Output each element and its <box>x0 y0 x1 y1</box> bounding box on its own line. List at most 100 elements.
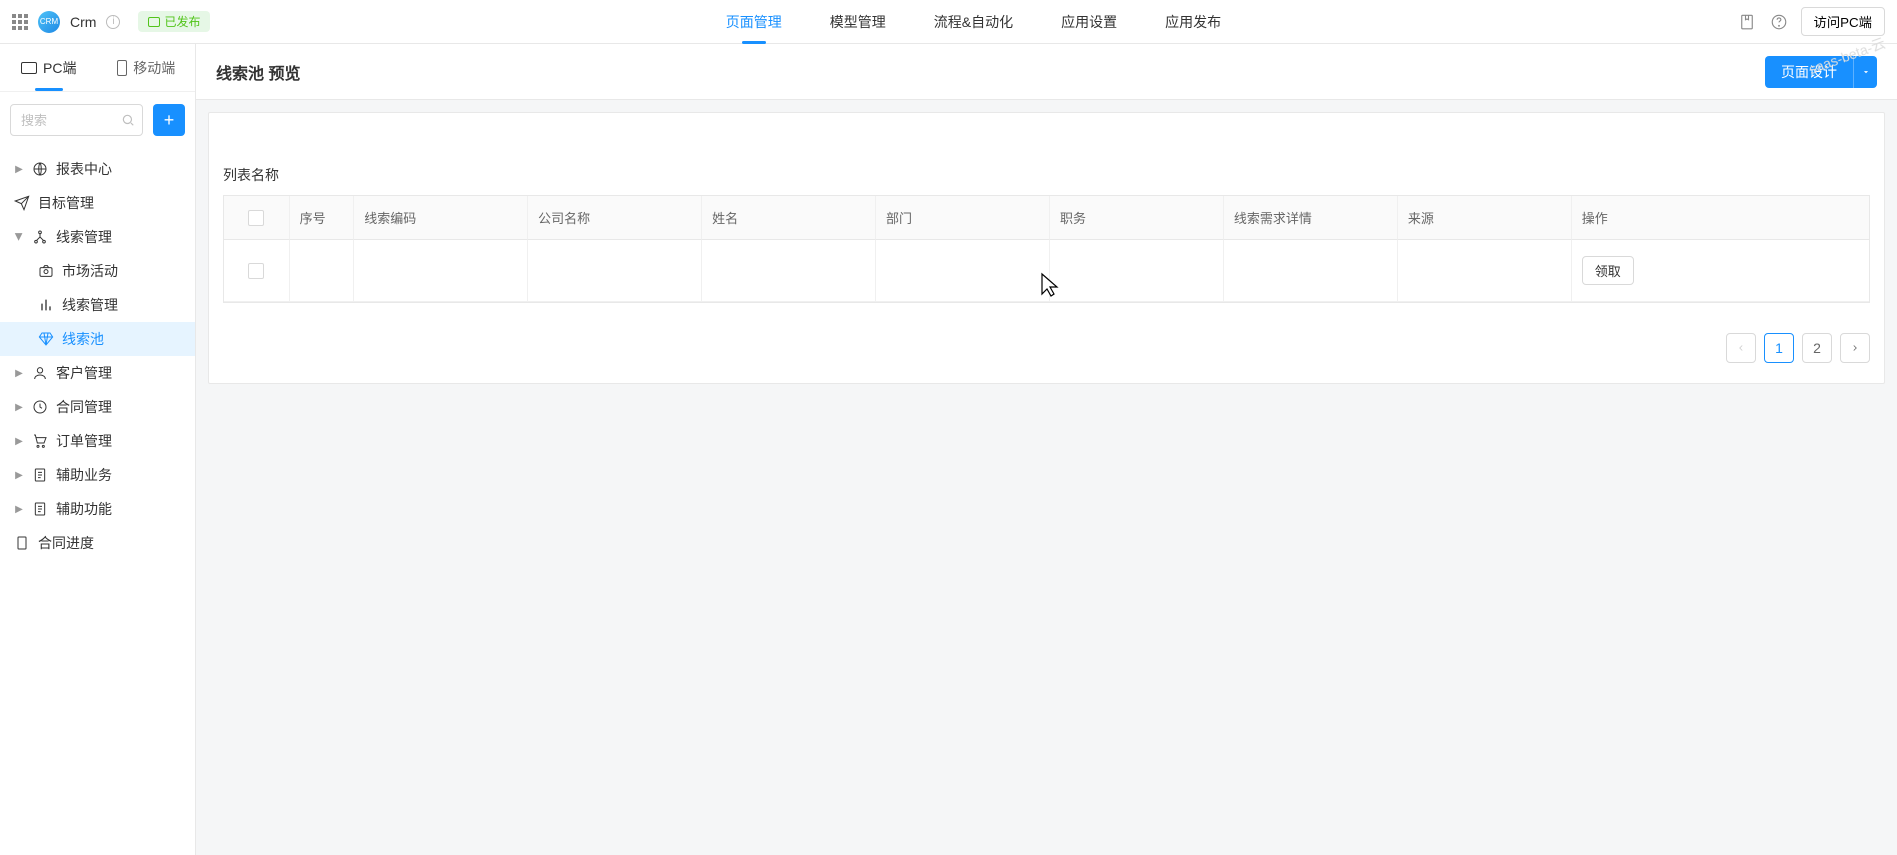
tree-label: 辅助功能 <box>56 499 112 519</box>
tree-label: 合同管理 <box>56 397 112 417</box>
camera-icon <box>38 263 54 279</box>
apps-grid-icon[interactable] <box>12 14 28 30</box>
app-name: Crm <box>70 14 96 30</box>
tree-item-customer-manage[interactable]: ▶ 客户管理 <box>0 356 195 390</box>
tree-item-aux-business[interactable]: ▶ 辅助业务 <box>0 458 195 492</box>
chevron-down-icon <box>1861 67 1871 77</box>
info-icon[interactable]: i <box>106 15 120 29</box>
main: 线索池 预览 页面设计 列表名称 序号 线索编码 <box>196 44 1897 855</box>
device-tabs: PC端 移动端 <box>0 44 195 92</box>
tree-item-aux-function[interactable]: ▶ 辅助功能 <box>0 492 195 526</box>
device-tab-pc-label: PC端 <box>43 58 76 78</box>
top-header: CRM Crm i 已发布 页面管理 模型管理 流程&自动化 应用设置 应用发布… <box>0 0 1897 44</box>
th-source: 来源 <box>1397 196 1571 240</box>
th-company: 公司名称 <box>527 196 701 240</box>
tree-label: 报表中心 <box>56 159 112 179</box>
nav-app-settings[interactable]: 应用设置 <box>1057 0 1121 44</box>
caret-icon: ▶ <box>14 470 24 480</box>
tree-label: 市场活动 <box>62 261 118 281</box>
help-icon[interactable] <box>1769 12 1789 32</box>
tree-label: 线索管理 <box>62 295 118 315</box>
main-body: 列表名称 序号 线索编码 公司名称 姓名 部门 职务 线索需求详 <box>196 100 1897 855</box>
search-icon <box>121 113 135 127</box>
mobile-icon <box>117 60 127 76</box>
tree-item-lead-list[interactable]: 线索管理 <box>0 288 195 322</box>
add-button[interactable]: + <box>153 104 185 136</box>
chevron-right-icon <box>1850 343 1860 353</box>
page-design-dropdown[interactable] <box>1853 56 1877 88</box>
globe-icon <box>32 161 48 177</box>
row-checkbox[interactable] <box>248 263 264 279</box>
nav-page-manage[interactable]: 页面管理 <box>722 0 786 44</box>
bars-icon <box>38 297 54 313</box>
tree-label: 客户管理 <box>56 363 112 383</box>
page-design-button[interactable]: 页面设计 <box>1765 56 1853 88</box>
app-logo: CRM <box>38 11 60 33</box>
header-right: 访问PC端 <box>1737 7 1886 36</box>
th-detail: 线索需求详情 <box>1223 196 1397 240</box>
device-tab-pc[interactable]: PC端 <box>0 44 98 91</box>
page-prev[interactable] <box>1726 333 1756 363</box>
claim-button[interactable]: 领取 <box>1582 256 1634 285</box>
table-row: 领取 <box>224 240 1869 302</box>
sidebar-tree: ▶ 报表中心 ▶ 目标管理 ▶ 线索管理 <box>0 148 195 564</box>
cart-icon <box>32 433 48 449</box>
data-table: 序号 线索编码 公司名称 姓名 部门 职务 线索需求详情 来源 操作 <box>223 195 1870 303</box>
td-job <box>1049 240 1223 302</box>
tree-item-contract-manage[interactable]: ▶ 合同管理 <box>0 390 195 424</box>
page-title: 线索池 预览 <box>216 60 300 84</box>
send-icon <box>14 195 30 211</box>
td-operation: 领取 <box>1571 240 1869 302</box>
tree-item-contract-progress[interactable]: ▶ 合同进度 <box>0 526 195 560</box>
tree-item-order-manage[interactable]: ▶ 订单管理 <box>0 424 195 458</box>
header-left: CRM Crm i 已发布 <box>12 11 210 33</box>
doc-icon <box>32 467 48 483</box>
th-lead-code: 线索编码 <box>353 196 527 240</box>
page-2[interactable]: 2 <box>1802 333 1832 363</box>
device-tab-mobile[interactable]: 移动端 <box>98 44 196 91</box>
page-1[interactable]: 1 <box>1764 333 1794 363</box>
caret-icon: ▶ <box>14 164 24 174</box>
nav-model-manage[interactable]: 模型管理 <box>826 0 890 44</box>
td-seq <box>289 240 354 302</box>
chevron-left-icon <box>1736 343 1746 353</box>
sidebar: PC端 移动端 + ▶ 报表中心 ▶ <box>0 44 196 855</box>
preview-card: 列表名称 序号 线索编码 公司名称 姓名 部门 职务 线索需求详 <box>208 112 1885 384</box>
nav-app-publish[interactable]: 应用发布 <box>1161 0 1225 44</box>
pagination: 1 2 <box>223 333 1870 363</box>
tree-item-lead-manage[interactable]: ▶ 线索管理 <box>0 220 195 254</box>
th-operation: 操作 <box>1571 196 1869 240</box>
tree-label: 线索管理 <box>56 227 112 247</box>
tree-label: 订单管理 <box>56 431 112 451</box>
tree-item-lead-pool[interactable]: 线索池 <box>0 322 195 356</box>
td-detail <box>1223 240 1397 302</box>
doc-icon <box>32 501 48 517</box>
td-company <box>527 240 701 302</box>
th-seq: 序号 <box>289 196 354 240</box>
device-check-icon <box>148 17 160 27</box>
page-next[interactable] <box>1840 333 1870 363</box>
tree-item-report-center[interactable]: ▶ 报表中心 <box>0 152 195 186</box>
tree-item-market-activity[interactable]: 市场活动 <box>0 254 195 288</box>
list-title: 列表名称 <box>223 165 1870 185</box>
nodes-icon <box>32 229 48 245</box>
caret-down-icon: ▶ <box>14 232 24 242</box>
select-all-checkbox[interactable] <box>248 210 264 226</box>
publish-status-text: 已发布 <box>164 13 200 30</box>
nav-flow-automation[interactable]: 流程&自动化 <box>930 0 1017 44</box>
th-checkbox <box>224 196 289 240</box>
visit-pc-button[interactable]: 访问PC端 <box>1801 7 1886 36</box>
page-design-button-group: 页面设计 <box>1765 56 1877 88</box>
device-tab-mobile-label: 移动端 <box>133 58 175 78</box>
caret-icon: ▶ <box>14 368 24 378</box>
caret-icon: ▶ <box>14 504 24 514</box>
top-nav: 页面管理 模型管理 流程&自动化 应用设置 应用发布 <box>210 0 1736 44</box>
clock-icon <box>32 399 48 415</box>
tree-item-goal-manage[interactable]: ▶ 目标管理 <box>0 186 195 220</box>
notebook-icon[interactable] <box>1737 12 1757 32</box>
td-dept <box>875 240 1049 302</box>
main-header: 线索池 预览 页面设计 <box>196 44 1897 100</box>
desktop-icon <box>21 62 37 74</box>
th-dept: 部门 <box>875 196 1049 240</box>
tree-label: 线索池 <box>62 329 104 349</box>
